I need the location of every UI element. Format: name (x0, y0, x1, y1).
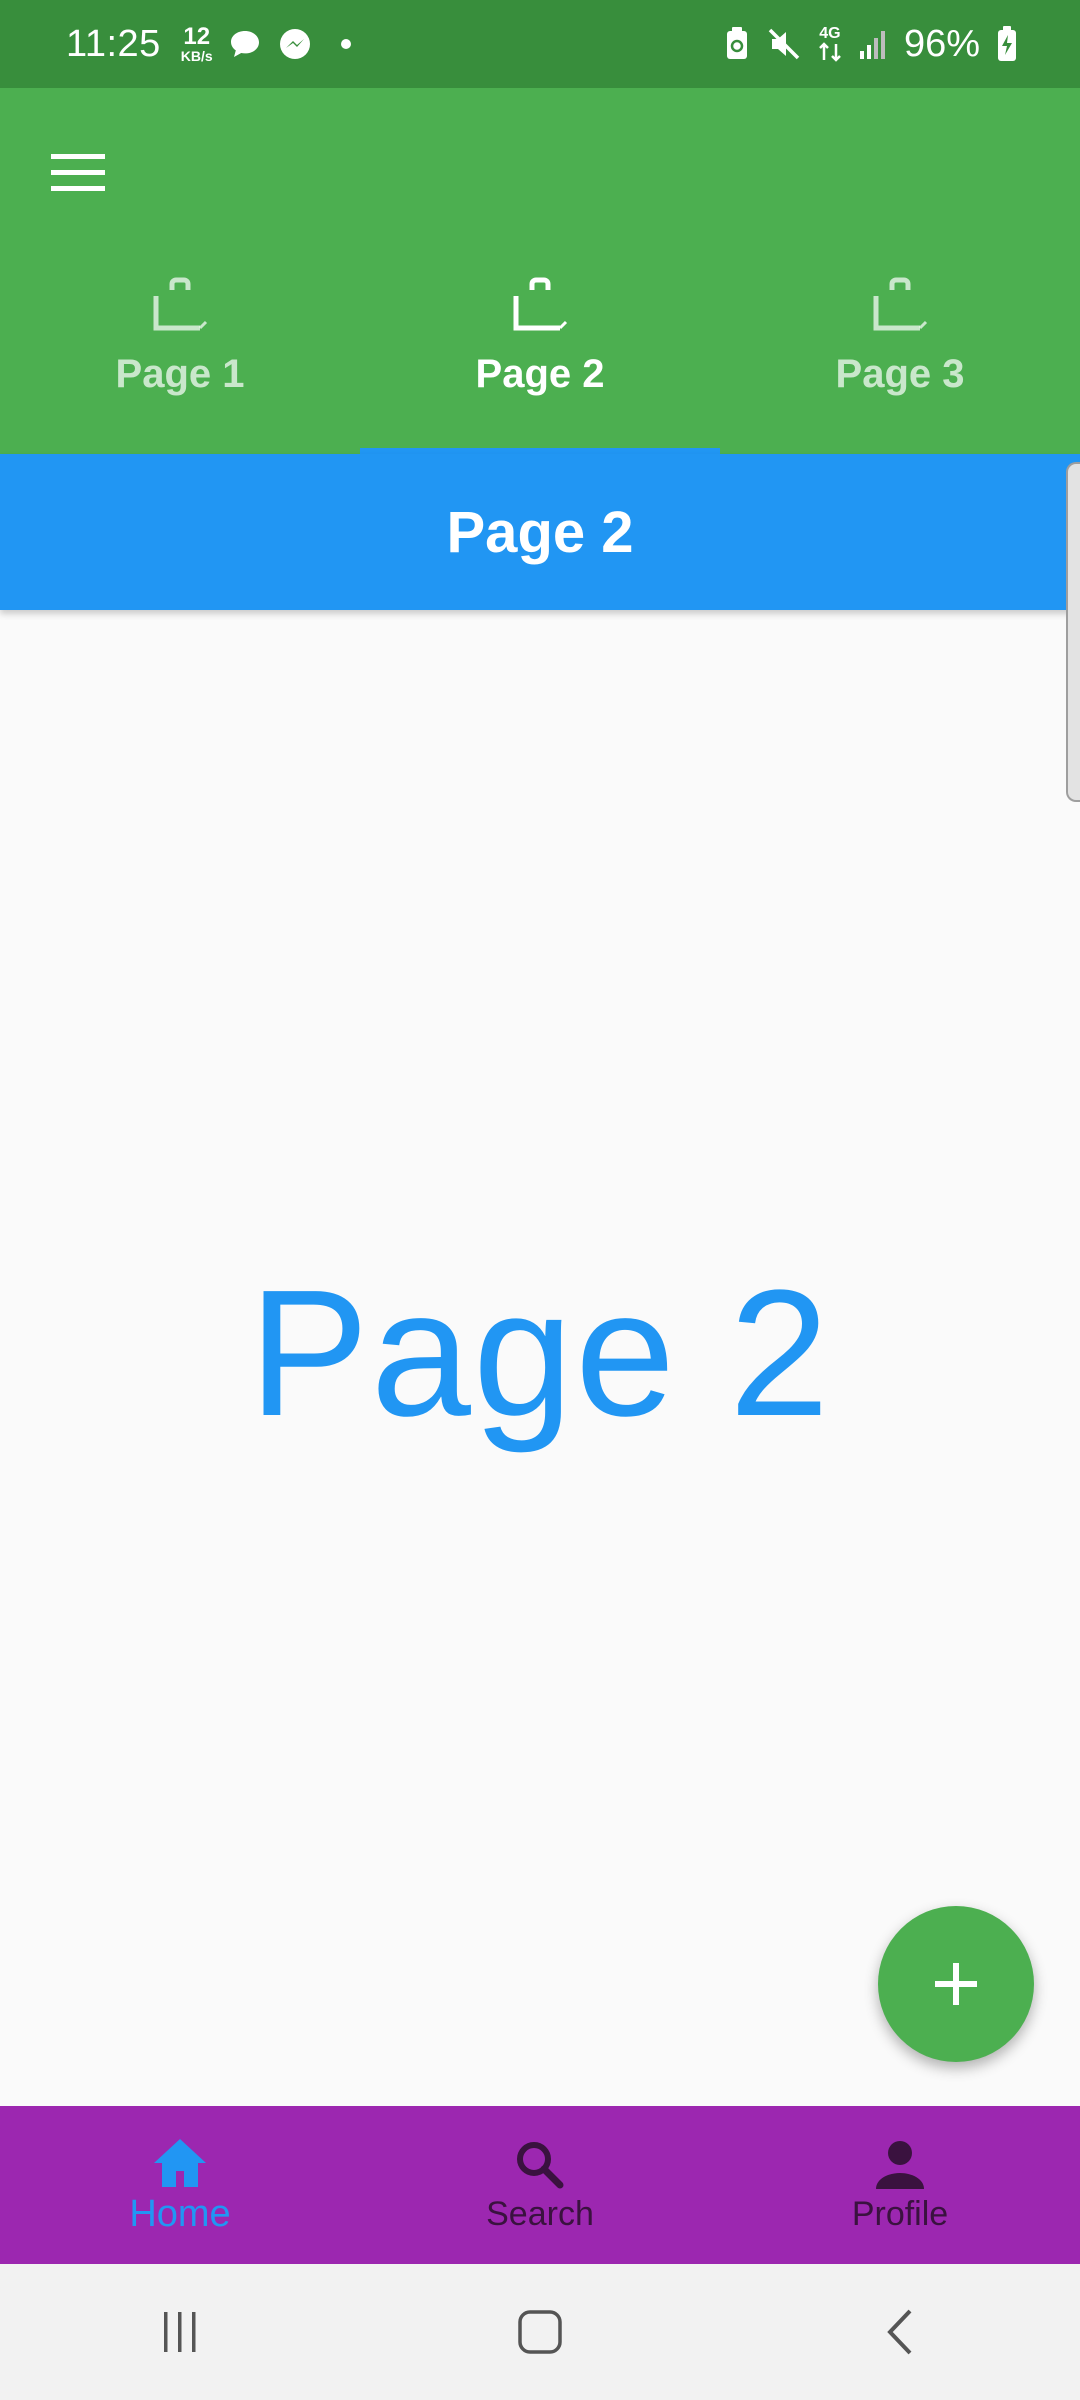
page-header: Page 2 (0, 454, 1080, 610)
page-header-title: Page 2 (446, 499, 634, 565)
chat-bubble-icon (227, 26, 263, 62)
nav-label: Search (486, 2194, 594, 2233)
network-type-label: 4G (819, 25, 841, 42)
menu-button[interactable] (38, 132, 118, 212)
home-system-button[interactable] (360, 2264, 720, 2400)
network-4g-icon: 4G (818, 26, 842, 62)
status-right: 4G 96% (724, 0, 1018, 88)
page-content-text: Page 2 (248, 1253, 832, 1454)
recent-apps-icon (164, 2312, 196, 2352)
person-icon (876, 2140, 924, 2189)
tab-page-3[interactable]: Page 3 (720, 264, 1080, 454)
nav-item-profile[interactable]: Profile (720, 2106, 1080, 2264)
battery-charging-icon (996, 25, 1018, 63)
nav-item-search[interactable]: Search (360, 2106, 720, 2264)
mute-icon (766, 26, 802, 62)
scroll-indicator[interactable] (1066, 462, 1080, 802)
back-chevron-icon (887, 2309, 912, 2355)
search-icon (517, 2141, 564, 2188)
battery-percent: 96% (903, 22, 980, 65)
recent-apps-button[interactable] (0, 2264, 360, 2400)
nav-item-home[interactable]: Home (0, 2106, 360, 2264)
bag-icon (873, 277, 928, 331)
battery-saver-icon (724, 26, 750, 62)
status-time: 11:25 (66, 22, 161, 65)
tab-bar: Page 1 Page 2 Page 3 (0, 264, 1080, 454)
bag-icon (513, 277, 568, 331)
nav-label: Home (129, 2192, 231, 2235)
home-icon (154, 2138, 206, 2187)
plus-icon (935, 1963, 977, 2005)
home-square-icon (518, 2310, 562, 2354)
nav-label: Profile (851, 2194, 949, 2233)
tab-label: Page 2 (475, 352, 605, 396)
tab-page-2[interactable]: Page 2 (360, 264, 720, 454)
add-fab-button[interactable] (878, 1906, 1034, 2062)
bag-icon (153, 277, 208, 331)
main-content: Page 2 (0, 610, 1080, 2106)
network-speed: 12 KB/s (180, 23, 213, 64)
network-speed-value: 12 (183, 23, 211, 50)
tab-page-1[interactable]: Page 1 (0, 264, 360, 454)
network-speed-unit: KB/s (180, 48, 213, 64)
menu-icon (51, 154, 105, 191)
app-bar: Page 1 Page 2 Page 3 (0, 88, 1080, 454)
notification-dot-icon (340, 39, 351, 49)
system-navigation-bar (0, 2264, 1080, 2400)
status-bar: 11:25 12 KB/s 4G 96% (0, 0, 1080, 88)
signal-icon (858, 27, 888, 61)
back-button[interactable] (720, 2264, 1080, 2400)
bottom-navigation: Home Search Profile (0, 2106, 1080, 2264)
tab-label: Page 3 (835, 352, 965, 396)
tab-label: Page 1 (115, 352, 245, 396)
status-left: 11:25 12 KB/s (66, 0, 351, 88)
messenger-icon (277, 26, 313, 62)
